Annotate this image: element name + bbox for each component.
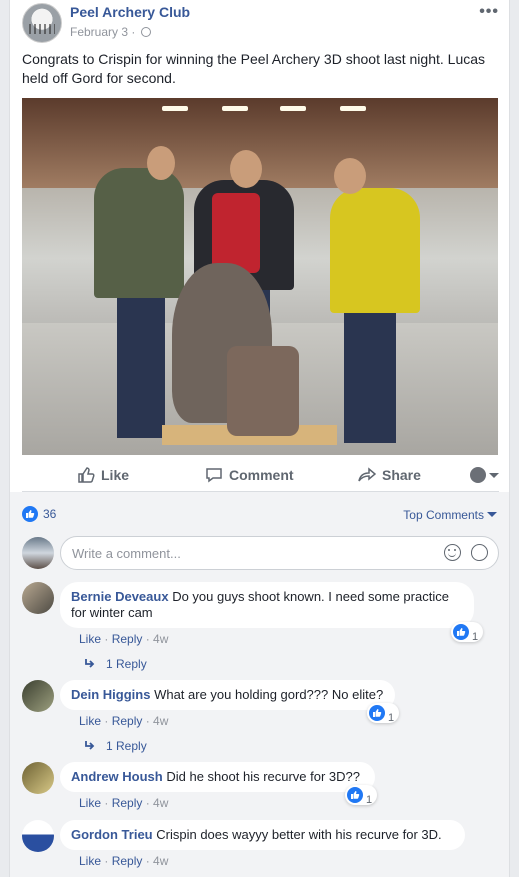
comment-reply-link[interactable]: Reply — [112, 796, 143, 810]
post-as-avatar — [470, 467, 486, 483]
photo-light — [340, 106, 366, 111]
comment-reactions-count: 1 — [472, 631, 479, 643]
comment-author[interactable]: Gordon Trieu — [71, 827, 153, 842]
comment-like-link[interactable]: Like — [79, 714, 101, 728]
share-label: Share — [382, 467, 421, 483]
post-photo[interactable] — [22, 98, 498, 455]
comment-meta: Like · Reply · 4w — [79, 854, 169, 868]
view-replies-link[interactable]: 1 Reply — [84, 657, 147, 671]
chevron-down-icon — [487, 512, 497, 517]
comment-meta: Like · Reply · 4w — [79, 632, 169, 646]
photo-person-left — [94, 168, 184, 298]
commenter-avatar[interactable] — [22, 582, 54, 614]
comment-reactions-count: 1 — [388, 712, 395, 724]
photo-light — [162, 106, 188, 111]
sticker-icon[interactable] — [471, 544, 488, 561]
comment-age[interactable]: 4w — [153, 796, 168, 810]
replies-count-label: 1 Reply — [106, 739, 147, 753]
comment-meta: Like · Reply · 4w — [79, 714, 169, 728]
post-as-selector[interactable] — [470, 467, 499, 483]
globe-icon — [140, 27, 151, 37]
like-reaction-icon — [453, 624, 469, 640]
post-card: Peel Archery Club February 3 · ••• Congr… — [9, 0, 510, 877]
commenter-avatar[interactable] — [22, 820, 54, 852]
comment-text: Did he shoot his recurve for 3D?? — [166, 769, 361, 784]
comment-reactions[interactable]: 1 — [451, 622, 484, 643]
comment-bubble: Andrew Housh Did he shoot his recurve fo… — [60, 762, 375, 792]
comment-text: What are you holding gord??? No elite? — [154, 687, 384, 702]
comment-age[interactable]: 4w — [153, 714, 168, 728]
like-reaction-icon — [22, 506, 38, 522]
write-comment-row — [22, 536, 499, 570]
comments-section: 36 Top Comments Bernie Deveaux Do you gu… — [10, 492, 509, 877]
comment-like-link[interactable]: Like — [79, 796, 101, 810]
like-icon — [78, 467, 95, 483]
photo-stump — [227, 346, 299, 436]
replies-count-label: 1 Reply — [106, 657, 147, 671]
date-separator: · — [131, 25, 136, 39]
like-reaction-icon — [369, 705, 385, 721]
photo-person-center-vest — [212, 193, 260, 273]
post-date-link[interactable]: February 3 — [70, 25, 128, 39]
comment-reactions-count: 1 — [366, 794, 373, 806]
comment-reply-link[interactable]: Reply — [112, 714, 143, 728]
view-replies-link[interactable]: 1 Reply — [84, 739, 147, 753]
reactions-count: 36 — [43, 507, 57, 521]
share-button[interactable]: Share — [358, 466, 421, 484]
comment-reactions[interactable]: 1 — [345, 785, 378, 806]
post-date: February 3 · — [70, 25, 151, 39]
comment-reply-link[interactable]: Reply — [112, 632, 143, 646]
comment-text: Crispin does wayyy better with his recur… — [156, 827, 442, 842]
comment-age[interactable]: 4w — [153, 632, 168, 646]
comment-bubble: Gordon Trieu Crispin does wayyy better w… — [60, 820, 465, 850]
comment-like-link[interactable]: Like — [79, 632, 101, 646]
page-name-link[interactable]: Peel Archery Club — [70, 4, 190, 20]
comment-author[interactable]: Andrew Housh — [71, 769, 163, 784]
comment-author[interactable]: Bernie Deveaux — [71, 589, 169, 604]
photo-light — [222, 106, 248, 111]
chevron-down-icon — [489, 473, 499, 478]
comment-bubble: Bernie Deveaux Do you guys shoot known. … — [60, 582, 474, 628]
comment-sort-label: Top Comments — [403, 508, 484, 522]
like-reaction-icon — [347, 787, 363, 803]
like-label: Like — [101, 467, 130, 483]
reactions-summary[interactable]: 36 — [22, 506, 56, 522]
photo-light — [280, 106, 306, 111]
write-comment-input[interactable] — [60, 536, 499, 570]
photo-person-center-head — [230, 150, 262, 188]
photo-person-left-head — [147, 146, 175, 180]
emoji-icon[interactable] — [444, 544, 461, 561]
comment-icon — [206, 468, 222, 483]
photo-person-right-head — [334, 158, 366, 194]
reply-arrow-icon — [85, 741, 95, 750]
like-button[interactable]: Like — [77, 466, 129, 484]
commenter-avatar[interactable] — [22, 762, 54, 794]
comment-reply-link[interactable]: Reply — [112, 854, 143, 868]
commenter-avatar[interactable] — [22, 680, 54, 712]
current-user-avatar — [22, 537, 54, 569]
comment-like-link[interactable]: Like — [79, 854, 101, 868]
comment-reactions[interactable]: 1 — [367, 703, 400, 724]
page-avatar[interactable] — [22, 3, 62, 43]
comment-meta: Like · Reply · 4w — [79, 796, 169, 810]
comment-label: Comment — [229, 467, 294, 483]
post-text: Congrats to Crispin for winning the Peel… — [22, 51, 486, 86]
photo-person-right-legs — [344, 303, 396, 443]
comment-age[interactable]: 4w — [153, 854, 168, 868]
comment-button[interactable]: Comment — [205, 466, 294, 484]
photo-person-right — [330, 188, 420, 313]
post-actions: Like Comment Share — [22, 458, 499, 492]
comment-sort-dropdown[interactable]: Top Comments — [403, 508, 497, 522]
share-icon — [358, 467, 377, 482]
comment-bubble: Dein Higgins What are you holding gord??… — [60, 680, 395, 710]
comment-author[interactable]: Dein Higgins — [71, 687, 150, 702]
reply-arrow-icon — [85, 659, 95, 668]
post-header: Peel Archery Club February 3 · ••• — [22, 3, 499, 43]
photo-person-left-legs — [117, 288, 165, 438]
more-options-icon[interactable]: ••• — [479, 3, 499, 21]
